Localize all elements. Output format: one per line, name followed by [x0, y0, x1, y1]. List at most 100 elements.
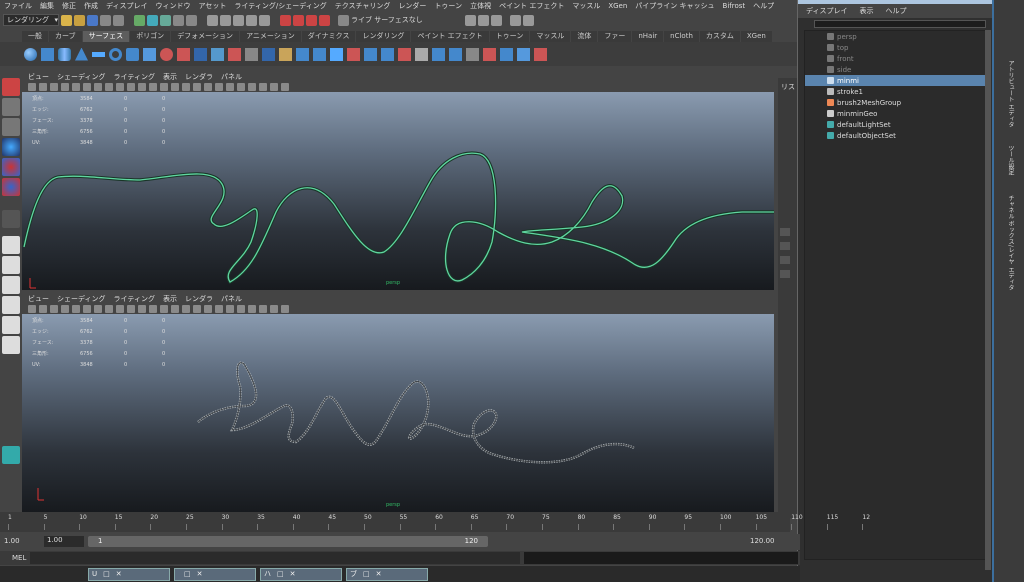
outliner-item[interactable]: stroke1 [805, 86, 987, 97]
untrim-icon[interactable] [313, 47, 326, 61]
shelf-tab[interactable]: レンダリング [356, 31, 411, 42]
menu-item[interactable]: 修正 [62, 1, 76, 11]
grid-icon[interactable] [72, 83, 80, 91]
restore-icon[interactable]: □ [277, 570, 284, 578]
sphere-icon[interactable] [24, 47, 37, 61]
motion-blur-icon[interactable] [226, 83, 234, 91]
restore-icon[interactable]: □ [103, 570, 110, 578]
menu-item[interactable]: ウィンドウ [156, 1, 191, 11]
vp-top-menu-panels[interactable]: パネル [221, 72, 242, 82]
field-chart-icon[interactable] [116, 83, 124, 91]
film-gate-icon[interactable] [83, 83, 91, 91]
backface-icon[interactable] [281, 305, 289, 313]
menu-item[interactable]: Bifrost [723, 2, 746, 10]
shelf-tab[interactable]: XGen [740, 31, 772, 42]
outliner-scrollbar[interactable] [985, 30, 991, 570]
backface-icon[interactable] [281, 83, 289, 91]
safe-action-icon[interactable] [127, 83, 135, 91]
restore-icon[interactable]: □ [184, 570, 191, 578]
shelf-tab[interactable]: カーブ [49, 31, 82, 42]
menu-item[interactable]: 編集 [40, 1, 54, 11]
paint-select-icon[interactable] [2, 118, 20, 136]
scale-tool-icon[interactable] [2, 178, 20, 196]
input-line-icon[interactable] [464, 14, 476, 26]
arrow-right-icon-4[interactable] [780, 270, 790, 278]
menu-item[interactable]: トゥーン [434, 1, 462, 11]
mask-icon[interactable] [173, 14, 184, 26]
time-slider[interactable]: 1 5 10 15 20 25 30 35 40 45 50 55 60 65 70 75 80 85 90 95 10… [0, 512, 870, 532]
new-scene-icon[interactable] [61, 14, 72, 26]
extrude-icon[interactable] [211, 47, 224, 61]
home-icon[interactable] [2, 446, 20, 464]
end-time-field[interactable]: 120.00 [750, 537, 775, 545]
redo-icon[interactable] [113, 14, 124, 26]
layout-icon[interactable] [2, 296, 20, 314]
minimized-window[interactable]: ブ □ ✕ [346, 567, 428, 581]
select-hierarchy-icon[interactable] [134, 14, 145, 26]
toggle-panel-icon[interactable] [477, 14, 489, 26]
stroke-mesh-bottom[interactable] [22, 314, 774, 512]
command-input[interactable] [30, 552, 520, 564]
plane-icon[interactable] [92, 51, 105, 57]
shelf-tab[interactable]: ファー [598, 31, 632, 42]
menu-item[interactable]: レンダー [398, 1, 426, 11]
vp-bottom-menu-view[interactable]: ビュー [28, 294, 49, 304]
resolution-gate-icon[interactable] [94, 83, 102, 91]
mask-icon-2[interactable] [186, 14, 197, 26]
menu-item[interactable]: 作成 [84, 1, 98, 11]
shadows-icon[interactable] [204, 305, 212, 313]
shelf-tab[interactable]: デフォメーション [171, 31, 240, 42]
camera-select-icon[interactable] [28, 305, 36, 313]
outliner-item[interactable]: defaultObjectSet [805, 130, 987, 141]
stroke-curve-top[interactable] [22, 92, 774, 290]
wireframe-on-shaded-icon[interactable] [171, 83, 179, 91]
ambient-occlusion-icon[interactable] [215, 83, 223, 91]
start-time-field[interactable]: 1.00 [4, 537, 20, 545]
xray-joints-icon[interactable] [270, 83, 278, 91]
isolate-icon[interactable] [248, 305, 256, 313]
snap-surface-icon[interactable] [259, 14, 270, 26]
vp-top-menu-show[interactable]: 表示 [163, 72, 177, 82]
loft-icon[interactable] [177, 47, 190, 61]
wireframe-on-shaded-icon[interactable] [171, 305, 179, 313]
bookmark-icon[interactable] [50, 83, 58, 91]
wireframe-icon[interactable] [149, 83, 157, 91]
ambient-occlusion-icon[interactable] [215, 305, 223, 313]
xgen-icon[interactable] [509, 14, 521, 26]
outliner-item[interactable]: persp [805, 31, 987, 42]
vp-top-menu-view[interactable]: ビュー [28, 72, 49, 82]
rebuild-icon[interactable] [415, 47, 428, 61]
arrow-right-icon-3[interactable] [780, 256, 790, 264]
menu-set-dropdown[interactable]: レンダリング ▾ [3, 14, 59, 26]
history-icon[interactable] [280, 14, 291, 26]
grid-icon[interactable] [72, 305, 80, 313]
viewport-bottom[interactable]: 頂点: 3584 0 0 エッジ: 6762 0 0 フェース: 3378 0 0 三角形: 675… [22, 314, 774, 512]
vp-bottom-menu-show[interactable]: 表示 [163, 294, 177, 304]
outliner-item[interactable]: top [805, 42, 987, 53]
live-surface-icon[interactable] [338, 14, 349, 26]
shelf-tab[interactable]: ダイナミクス [301, 31, 356, 42]
gate-mask-icon[interactable] [105, 305, 113, 313]
lights-icon[interactable] [193, 305, 201, 313]
menu-item[interactable]: 立体視 [470, 1, 491, 11]
safe-action-icon[interactable] [127, 305, 135, 313]
birail-icon[interactable] [228, 47, 241, 61]
camera-attr-icon[interactable] [39, 305, 47, 313]
image-plane-icon[interactable] [61, 83, 69, 91]
shelf-tab[interactable]: 流体 [571, 31, 598, 42]
circle-icon[interactable] [126, 47, 139, 61]
vp-bottom-menu-lighting[interactable]: ライティング [114, 294, 155, 304]
anti-alias-icon[interactable] [237, 83, 245, 91]
snap-grid-icon[interactable] [207, 14, 218, 26]
xray-icon[interactable] [259, 83, 267, 91]
open-scene-icon[interactable] [74, 14, 85, 26]
sculpt-icon[interactable] [500, 47, 513, 61]
intersect-icon[interactable] [330, 47, 343, 61]
wireframe-icon[interactable] [149, 305, 157, 313]
shelf-tab[interactable]: 一般 [22, 31, 48, 42]
outliner-item[interactable]: minminGeo [805, 108, 987, 119]
shelf-tab[interactable]: ペイント エフェクト [411, 31, 489, 42]
close-icon[interactable]: ✕ [290, 570, 296, 578]
reverse-icon[interactable] [483, 47, 496, 61]
layout-icon-2[interactable] [2, 316, 20, 334]
